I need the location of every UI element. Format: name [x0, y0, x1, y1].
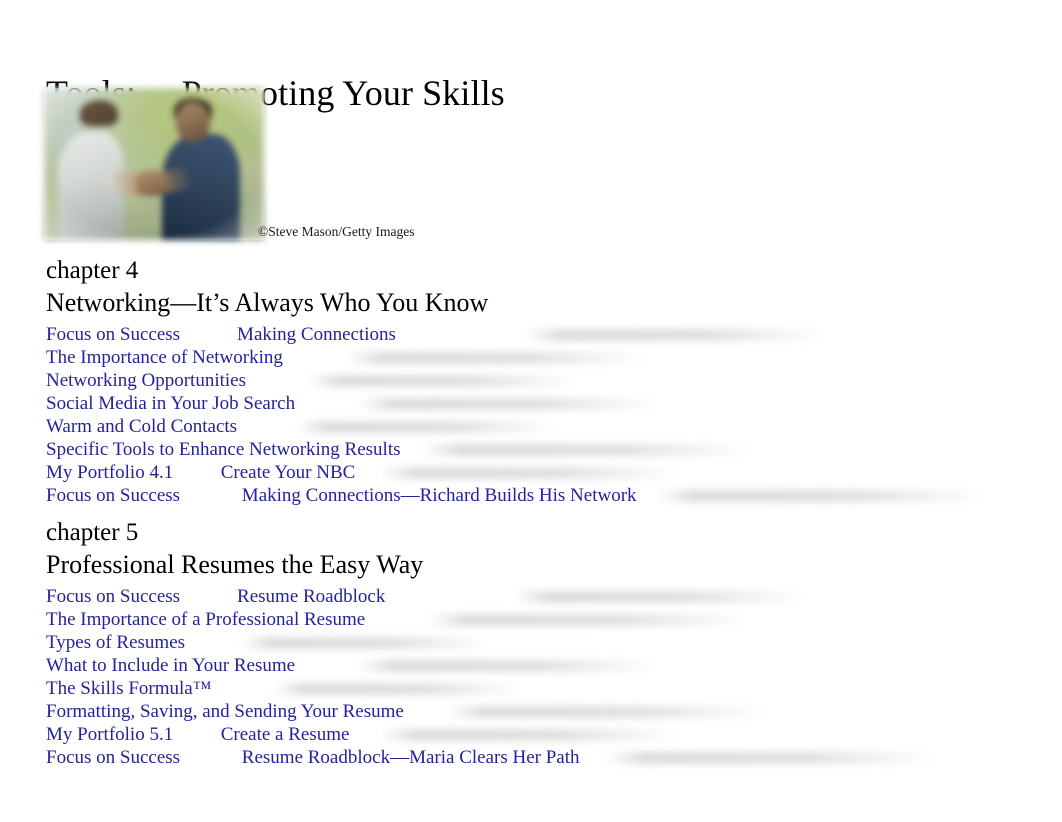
- toc-entry[interactable]: Types of Resumes: [46, 631, 1026, 654]
- toc-leader-dots: [380, 729, 680, 741]
- toc-entry-label: What to Include in Your Resume: [46, 655, 296, 676]
- textbook-contents-page: Tools: Promoting Your Skills ©Steve Maso…: [0, 0, 1062, 822]
- toc-entry[interactable]: Warm and Cold Contacts: [46, 415, 1026, 438]
- chapter-number-label: chapter 5: [46, 519, 139, 546]
- chapter-title: Networking—It’s Always Who You Know: [46, 288, 489, 317]
- toc-entry-label: Formatting, Saving, and Sending Your Res…: [46, 701, 404, 722]
- photo-credit: ©Steve Mason/Getty Images: [258, 224, 415, 239]
- toc-leader-dots: [428, 614, 748, 626]
- photo-edge-fade: [44, 88, 264, 240]
- toc-leader-dots: [514, 591, 804, 603]
- toc-entry-label: Focus on Success Resume Roadblock: [46, 586, 386, 607]
- toc-leader-dots: [242, 637, 492, 649]
- chapter-number-label: chapter 4: [46, 257, 139, 284]
- toc-entry-label: Focus on Success Making Connections: [46, 324, 396, 345]
- toc-entry[interactable]: Networking Opportunities: [46, 369, 1026, 392]
- toc-entry[interactable]: Social Media in Your Job Search: [46, 392, 1026, 415]
- toc-entry-label: The Importance of Networking: [46, 347, 283, 368]
- toc-entry-label: My Portfolio 5.1 Create a Resume: [46, 724, 350, 745]
- toc-leader-dots: [346, 352, 646, 364]
- toc-leader-dots: [656, 490, 986, 502]
- chapter-title: Professional Resumes the Easy Way: [46, 550, 424, 579]
- toc-entry-label: Networking Opportunities: [46, 370, 247, 391]
- toc-entry[interactable]: My Portfolio 5.1 Create a Resume: [46, 723, 1026, 746]
- toc-leader-dots: [274, 683, 524, 695]
- toc-list-chapter-4: Focus on Success Making Connections The I…: [46, 323, 1026, 507]
- toc-entry[interactable]: The Skills Formula™: [46, 677, 1026, 700]
- toc-entry[interactable]: The Importance of a Professional Resume: [46, 608, 1026, 631]
- toc-entry-label: Types of Resumes: [46, 632, 186, 653]
- toc-entry[interactable]: What to Include in Your Resume: [46, 654, 1026, 677]
- toc-leader-dots: [308, 375, 578, 387]
- chapter-block-4: chapter 4 Networking—It’s Always Who You…: [46, 256, 1026, 507]
- toc-entry[interactable]: Specific Tools to Enhance Networking Res…: [46, 438, 1026, 461]
- toc-entry[interactable]: Formatting, Saving, and Sending Your Res…: [46, 700, 1026, 723]
- toc-leader-dots: [446, 706, 766, 718]
- handshake-photo: [44, 88, 264, 240]
- toc-entry-label: Focus on Success Making Connections—Rich…: [46, 485, 637, 506]
- toc-entry-label: Warm and Cold Contacts: [46, 416, 238, 437]
- toc-entry-label: My Portfolio 4.1 Create Your NBC: [46, 462, 356, 483]
- toc-entry-label: Social Media in Your Job Search: [46, 393, 296, 414]
- toc-entry[interactable]: Focus on Success Resume Roadblock: [46, 585, 1026, 608]
- toc-leader-dots: [526, 329, 826, 341]
- toc-entry-label: Focus on Success Resume Roadblock—Maria …: [46, 747, 580, 768]
- toc-leader-dots: [358, 398, 658, 410]
- toc-leader-dots: [296, 421, 556, 433]
- toc-leader-dots: [380, 467, 680, 479]
- toc-list-chapter-5: Focus on Success Resume Roadblock The Imp…: [46, 585, 1026, 769]
- toc-leader-dots: [606, 752, 936, 764]
- toc-entry[interactable]: The Importance of Networking: [46, 346, 1026, 369]
- chapter-block-5: chapter 5 Professional Resumes the Easy …: [46, 518, 1026, 769]
- toc-leader-dots: [358, 660, 658, 672]
- toc-entry-label: The Importance of a Professional Resume: [46, 609, 366, 630]
- toc-entry-label: The Skills Formula™: [46, 678, 212, 699]
- toc-entry[interactable]: Focus on Success Resume Roadblock—Maria …: [46, 746, 1026, 769]
- toc-entry[interactable]: My Portfolio 4.1 Create Your NBC: [46, 461, 1026, 484]
- toc-leader-dots: [422, 444, 752, 456]
- toc-entry-label: Specific Tools to Enhance Networking Res…: [46, 439, 401, 460]
- toc-entry[interactable]: Focus on Success Making Connections—Rich…: [46, 484, 1026, 507]
- toc-entry[interactable]: Focus on Success Making Connections: [46, 323, 1026, 346]
